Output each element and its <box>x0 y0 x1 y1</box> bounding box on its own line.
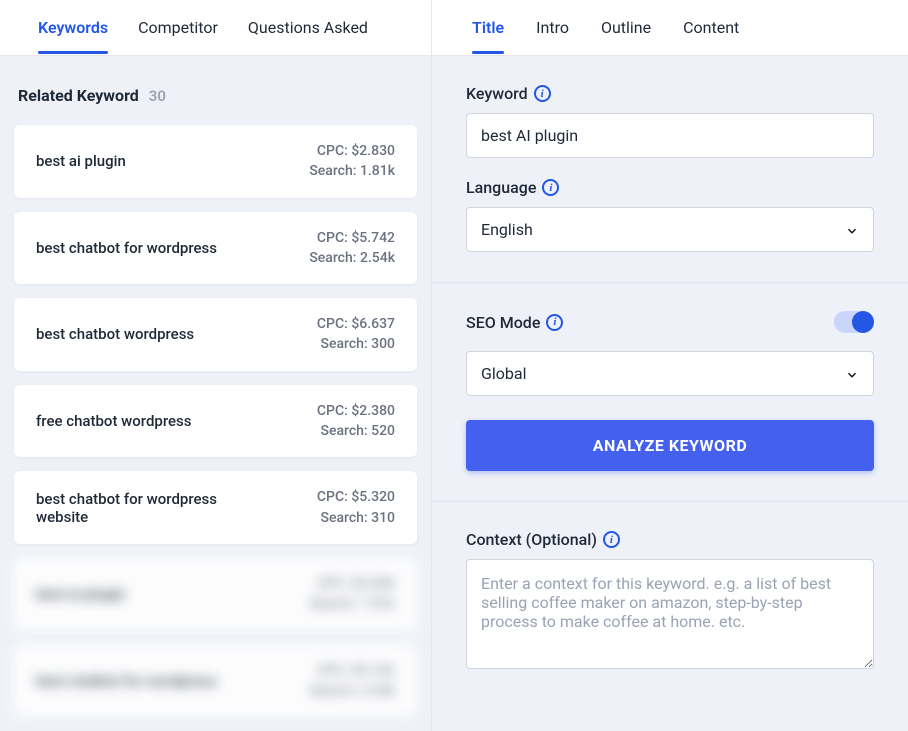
tab-content[interactable]: Content <box>683 2 739 53</box>
related-keyword-header: Related Keyword 30 <box>14 56 417 125</box>
tab-questions-asked[interactable]: Questions Asked <box>248 2 368 53</box>
keyword-name: best chatbot for wordpress <box>36 239 217 257</box>
keyword-stats: CPC: $5.742 Search: 2.54k <box>309 661 395 702</box>
seo-section: SEO Mode i Global ANALYZE KEYWORD <box>432 283 908 502</box>
keyword-name: best chatbot for wordpress <box>36 672 217 690</box>
context-section: Context (Optional) i <box>432 502 908 703</box>
tab-keywords[interactable]: Keywords <box>38 2 108 53</box>
right-panel: Title Intro Outline Content Keyword i La… <box>432 0 908 731</box>
keyword-stats: CPC: $5.742 Search: 2.54k <box>309 228 395 269</box>
toggle-knob <box>852 311 874 333</box>
keyword-input[interactable] <box>466 113 874 158</box>
keyword-card[interactable]: best chatbot wordpress CPC: $6.637 Searc… <box>14 298 417 371</box>
keyword-card-locked: best chatbot for wordpress CPC: $5.742 S… <box>14 645 417 718</box>
keyword-stats: CPC: $6.637 Search: 300 <box>317 314 395 355</box>
language-value: English <box>481 220 533 239</box>
context-label: Context (Optional) i <box>466 530 874 549</box>
seo-mode-toggle[interactable] <box>834 311 874 333</box>
language-select[interactable]: English <box>466 207 874 252</box>
keyword-name: best chatbot wordpress <box>36 325 194 343</box>
seo-mode-label: SEO Mode i <box>466 313 563 332</box>
chevron-down-icon <box>845 367 859 381</box>
related-keyword-count: 30 <box>149 87 166 105</box>
language-label: Language i <box>466 178 874 197</box>
tab-competitor[interactable]: Competitor <box>138 2 218 53</box>
related-keyword-panel[interactable]: Related Keyword 30 best ai plugin CPC: $… <box>0 56 431 731</box>
keyword-card[interactable]: best chatbot for wordpress CPC: $5.742 S… <box>14 212 417 285</box>
related-keyword-title: Related Keyword <box>18 86 139 105</box>
keyword-stats: CPC: $2.830 Search: 1.81k <box>309 141 395 182</box>
info-icon[interactable]: i <box>542 179 559 196</box>
seo-scope-select[interactable]: Global <box>466 351 874 396</box>
right-form-body[interactable]: Keyword i Language i English SEO Mode i <box>432 56 908 731</box>
info-icon[interactable]: i <box>534 85 551 102</box>
keyword-name: best chatbot for wordpress website <box>36 490 246 526</box>
tab-title[interactable]: Title <box>472 2 504 53</box>
keyword-label: Keyword i <box>466 84 874 103</box>
info-icon[interactable]: i <box>546 314 563 331</box>
keyword-card[interactable]: best chatbot for wordpress website CPC: … <box>14 471 417 544</box>
seo-scope-value: Global <box>481 364 527 383</box>
keyword-section: Keyword i Language i English <box>432 56 908 283</box>
tab-outline[interactable]: Outline <box>601 2 651 53</box>
left-tabs: Keywords Competitor Questions Asked <box>0 0 431 56</box>
right-tabs: Title Intro Outline Content <box>432 0 908 56</box>
keyword-name: free chatbot wordpress <box>36 412 192 430</box>
keyword-name: best ai plugin <box>36 152 126 170</box>
keyword-stats: CPC: $5.320 Search: 310 <box>317 487 395 528</box>
tab-intro[interactable]: Intro <box>536 2 569 53</box>
keyword-card[interactable]: free chatbot wordpress CPC: $2.380 Searc… <box>14 385 417 458</box>
analyze-keyword-button[interactable]: ANALYZE KEYWORD <box>466 420 874 471</box>
keyword-name: best ai plugin <box>36 585 126 603</box>
info-icon[interactable]: i <box>603 531 620 548</box>
context-textarea[interactable] <box>466 559 874 669</box>
keyword-stats: CPC: $2.830 Search: 1.81k <box>309 574 395 615</box>
chevron-down-icon <box>845 223 859 237</box>
keyword-stats: CPC: $2.380 Search: 520 <box>317 401 395 442</box>
keyword-card[interactable]: best ai plugin CPC: $2.830 Search: 1.81k <box>14 125 417 198</box>
keyword-card-locked: best ai plugin CPC: $2.830 Search: 1.81k <box>14 558 417 631</box>
left-panel: Keywords Competitor Questions Asked Rela… <box>0 0 432 731</box>
